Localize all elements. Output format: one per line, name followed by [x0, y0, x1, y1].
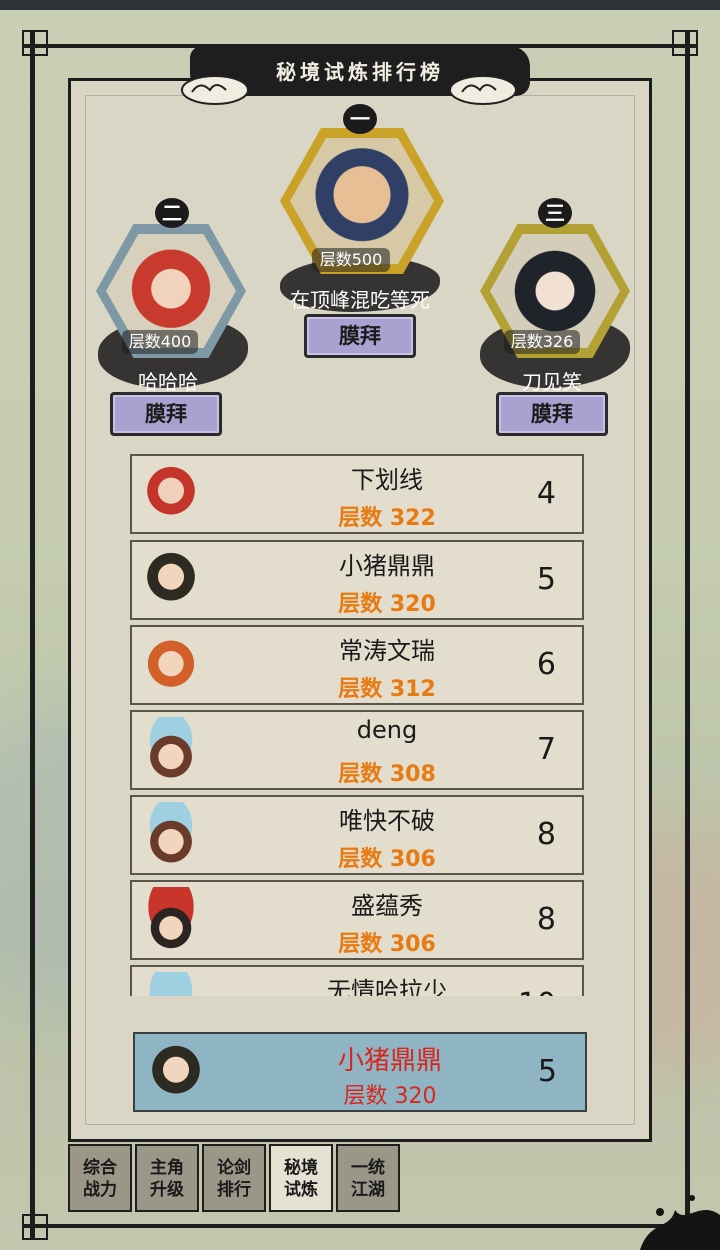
list-item[interactable]: 盛蕴秀 层数 306 8: [130, 880, 584, 960]
list-item[interactable]: 无情哈拉少 10: [130, 965, 584, 996]
rank2-floor-label: 层数400: [122, 330, 198, 354]
player-avatar: [138, 887, 204, 953]
tab-duel-ranking[interactable]: 论剑 排行: [202, 1144, 266, 1212]
tab-label-line1: 一统: [351, 1158, 385, 1178]
ranking-list[interactable]: 下划线 层数 322 4 小猪鼎鼎 层数 320 5 常涛文瑞 层数 312 6…: [130, 454, 584, 996]
tab-label-line1: 论剑: [217, 1158, 251, 1178]
tab-label-line2: 试炼: [284, 1180, 318, 1200]
player-rank: 8: [536, 902, 556, 937]
player-avatar: [138, 802, 204, 868]
player-name: 小猪鼎鼎: [339, 552, 435, 580]
player-rank: 5: [536, 562, 556, 597]
player-avatar: [138, 632, 204, 698]
my-floor: 层数 320: [343, 1084, 437, 1109]
tab-label-line1: 综合: [83, 1158, 117, 1178]
rank1-name: 在顶峰混吃等死: [290, 288, 430, 312]
player-avatar: [138, 461, 204, 527]
player-name: 下划线: [351, 466, 423, 494]
page-title: 秘境试炼排行榜: [276, 60, 444, 84]
my-rank: 5: [537, 1054, 557, 1089]
tab-label-line1: 主角: [150, 1158, 184, 1178]
rank2-mark: 二: [155, 198, 189, 228]
list-item[interactable]: 小猪鼎鼎 层数 320 5: [130, 540, 584, 620]
player-name: 唯快不破: [339, 807, 435, 835]
player-floor: 层数 308: [338, 762, 436, 787]
player-name: 无情哈拉少: [327, 977, 447, 996]
player-name: 盛蕴秀: [351, 892, 423, 920]
player-rank: 10: [518, 987, 556, 996]
tab-label-line2: 战力: [83, 1180, 117, 1200]
list-item[interactable]: 唯快不破 层数 306 8: [130, 795, 584, 875]
rank2-name: 哈哈哈: [138, 370, 198, 394]
frame-bottom-line: [22, 1224, 698, 1228]
tab-label-line1: 秘境: [284, 1158, 318, 1178]
rank3-name: 刀见笑: [522, 370, 582, 394]
player-avatar: [138, 547, 204, 613]
player-name: deng: [356, 716, 418, 744]
player-avatar: [138, 972, 204, 996]
status-bar: [0, 0, 720, 10]
player-floor: 层数 306: [338, 932, 436, 957]
list-item[interactable]: 下划线 层数 322 4: [130, 454, 584, 534]
list-item[interactable]: 常涛文瑞 层数 312 6: [130, 625, 584, 705]
tab-overall-power[interactable]: 综合 战力: [68, 1144, 132, 1212]
rank1-mark: 一: [343, 104, 377, 134]
player-name: 常涛文瑞: [339, 637, 435, 665]
tab-label-line2: 江湖: [351, 1180, 385, 1200]
rank1-bow-button[interactable]: 膜拜: [304, 314, 416, 358]
rank2-bow-button[interactable]: 膜拜: [110, 392, 222, 436]
player-avatar: [138, 717, 204, 783]
player-rank: 7: [536, 732, 556, 767]
ink-splash-icon: [640, 1195, 720, 1250]
tab-hero-upgrade[interactable]: 主角 升级: [135, 1144, 199, 1212]
frame-corner: [22, 1214, 48, 1240]
player-floor: 层数 320: [338, 592, 436, 617]
player-floor: 层数 312: [338, 677, 436, 702]
tab-label-line2: 升级: [150, 1180, 184, 1200]
player-rank: 6: [536, 647, 556, 682]
rank3-floor-label: 层数326: [504, 330, 580, 354]
rank1-floor-label: 层数500: [312, 248, 390, 272]
my-name: 小猪鼎鼎: [337, 1046, 442, 1076]
frame-corner: [672, 30, 698, 56]
list-item[interactable]: deng 层数 308 7: [130, 710, 584, 790]
player-rank: 8: [536, 817, 556, 852]
player-rank: 4: [536, 476, 556, 511]
tab-label-line2: 排行: [217, 1180, 251, 1200]
my-rank-row[interactable]: 小猪鼎鼎 层数 320 5: [133, 1032, 587, 1112]
tab-unify-world[interactable]: 一统 江湖: [336, 1144, 400, 1212]
player-floor: 层数 322: [338, 506, 436, 531]
tab-secret-trial[interactable]: 秘境 试炼: [269, 1144, 333, 1212]
player-floor: 层数 306: [338, 847, 436, 872]
rank3-mark: 三: [538, 198, 572, 228]
frame-corner: [22, 30, 48, 56]
my-avatar: [143, 1040, 209, 1106]
rank3-bow-button[interactable]: 膜拜: [496, 392, 608, 436]
